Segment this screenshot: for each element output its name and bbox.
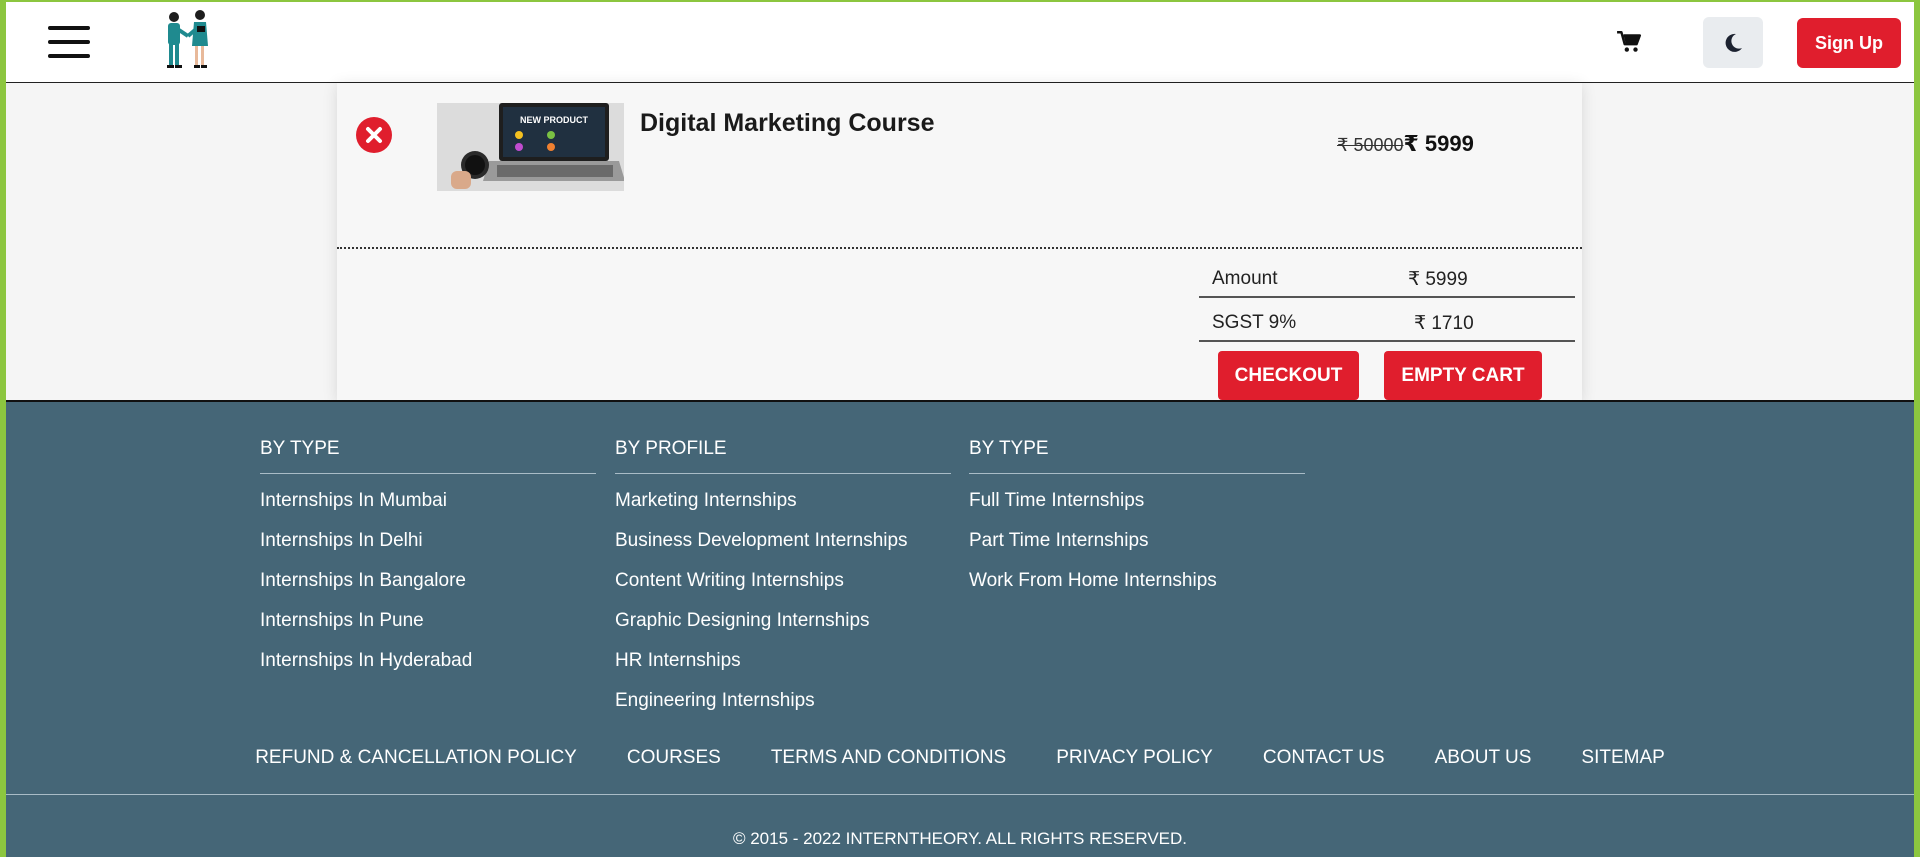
footer-column-by-type-2: BY TYPE Full Time Internships Part Time … xyxy=(969,438,1305,610)
footer-link[interactable]: Engineering Internships xyxy=(615,690,951,730)
page-frame: Sign Up NEW PRODUCT Digital Marketing Co… xyxy=(6,2,1914,857)
discounted-price: ₹ 5999 xyxy=(1403,131,1474,156)
refund-policy-link[interactable]: REFUND & CANCELLATION POLICY xyxy=(255,747,577,769)
footer-link[interactable]: Part Time Internships xyxy=(969,530,1305,570)
course-thumbnail: NEW PRODUCT xyxy=(437,103,624,191)
footer-link[interactable]: Graphic Designing Internships xyxy=(615,610,951,650)
moon-icon xyxy=(1725,33,1742,52)
summary-amount-row: Amount ₹ 5999 xyxy=(1199,256,1575,298)
top-navbar: Sign Up xyxy=(6,2,1914,83)
checkout-button[interactable]: CHECKOUT xyxy=(1218,351,1359,400)
course-title: Digital Marketing Course xyxy=(640,109,935,137)
empty-cart-button[interactable]: EMPTY CART xyxy=(1384,351,1542,400)
about-link[interactable]: ABOUT US xyxy=(1435,747,1532,769)
footer-column-heading: BY TYPE xyxy=(260,438,596,474)
sitemap-link[interactable]: SITEMAP xyxy=(1581,747,1664,769)
footer-column-heading: BY PROFILE xyxy=(615,438,951,474)
footer-link[interactable]: Internships In Bangalore xyxy=(260,570,596,610)
theme-toggle-button[interactable] xyxy=(1703,17,1763,68)
copyright-text: © 2015 - 2022 INTERNTHEORY. ALL RIGHTS R… xyxy=(732,829,1188,848)
footer-column-by-type: BY TYPE Internships In Mumbai Internship… xyxy=(260,438,596,690)
footer-link[interactable]: Business Development Internships xyxy=(615,530,951,570)
footer-column-heading: BY TYPE xyxy=(969,438,1305,474)
summary-value: ₹ 5999 xyxy=(1408,269,1468,290)
footer-link[interactable]: Internships In Pune xyxy=(260,610,596,650)
course-price: ₹ 50000₹ 5999 xyxy=(1337,131,1474,157)
footer-link[interactable]: Internships In Delhi xyxy=(260,530,596,570)
summary-value: ₹ 1710 xyxy=(1414,313,1474,334)
footer-link[interactable]: Full Time Internships xyxy=(969,490,1305,530)
summary-label: Amount xyxy=(1212,268,1278,289)
site-footer: BY TYPE Internships In Mumbai Internship… xyxy=(6,400,1914,857)
contact-link[interactable]: CONTACT US xyxy=(1263,747,1385,769)
original-price: ₹ 50000 xyxy=(1337,135,1404,155)
footer-column-by-profile: BY PROFILE Marketing Internships Busines… xyxy=(615,438,951,730)
thumbnail-text: NEW PRODUCT xyxy=(520,115,588,125)
handshake-logo[interactable] xyxy=(154,8,220,70)
dotted-divider xyxy=(337,247,1582,249)
footer-link[interactable]: Marketing Internships xyxy=(615,490,951,530)
privacy-link[interactable]: PRIVACY POLICY xyxy=(1056,747,1213,769)
footer-bottom-nav: REFUND & CANCELLATION POLICY COURSES TER… xyxy=(6,747,1914,769)
footer-link[interactable]: HR Internships xyxy=(615,650,951,690)
summary-tax-row: SGST 9% ₹ 1710 xyxy=(1199,300,1575,342)
footer-link[interactable]: Work From Home Internships xyxy=(969,570,1305,610)
terms-link[interactable]: TERMS AND CONDITIONS xyxy=(771,747,1006,769)
menu-icon[interactable] xyxy=(48,26,90,60)
cart-panel: NEW PRODUCT Digital Marketing Course ₹ 5… xyxy=(337,83,1582,401)
courses-link[interactable]: COURSES xyxy=(627,747,721,769)
summary-label: SGST 9% xyxy=(1212,312,1297,333)
footer-link[interactable]: Internships In Mumbai xyxy=(260,490,596,530)
signup-button[interactable]: Sign Up xyxy=(1797,18,1901,68)
footer-link[interactable]: Internships In Hyderabad xyxy=(260,650,596,690)
cart-icon[interactable] xyxy=(1616,30,1642,54)
footer-divider xyxy=(6,794,1914,795)
close-circle-icon[interactable] xyxy=(356,117,392,153)
footer-link[interactable]: Content Writing Internships xyxy=(615,570,951,610)
